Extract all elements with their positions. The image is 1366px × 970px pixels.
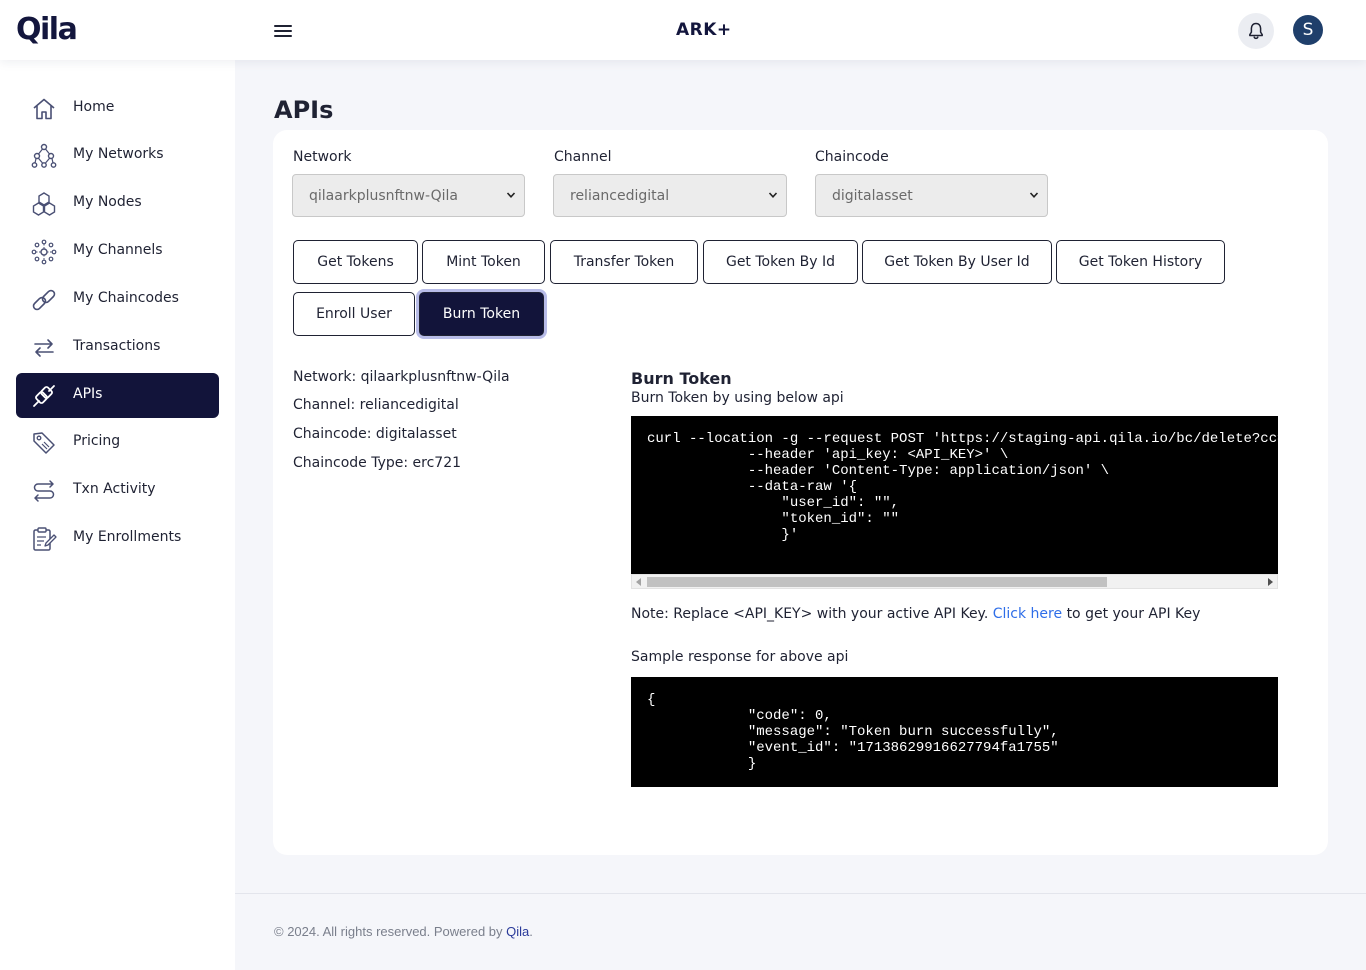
sample-response-label: Sample response for above api [631,649,849,665]
channel-label: Channel [554,149,612,165]
ark-plus-brand: ARK+ [676,20,732,40]
chain-link-icon [32,289,56,311]
channels-icon [31,239,57,265]
get-token-history-button[interactable]: Get Token History [1056,240,1225,284]
chaincode-select-value: digitalasset [832,187,913,204]
sidebar-item-label: My Nodes [73,194,142,210]
api-title: Burn Token [631,369,732,388]
activity-icon [33,480,55,502]
info-channel: Channel: reliancedigital [293,397,459,413]
sidebar-item-label: Home [73,99,115,115]
info-network: Network: qilaarkplusnftnw-Qila [293,369,510,385]
transfer-arrows-icon [34,339,54,357]
channel-select[interactable]: reliancedigital [553,174,787,217]
chevron-down-icon [1029,192,1039,198]
qila-logo[interactable]: Qila [16,13,78,47]
chevron-down-icon [768,192,778,198]
info-chaincode-type: Chaincode Type: erc721 [293,455,462,471]
chaincode-label: Chaincode [815,149,889,165]
sidebar-item-txn-activity[interactable]: Txn Activity [16,468,219,513]
sidebar-item-label: Txn Activity [73,481,156,497]
notifications-button[interactable] [1238,13,1274,49]
sidebar-item-home[interactable]: Home [16,86,219,131]
footer: © 2024. All rights reserved. Powered by … [274,924,533,939]
enroll-user-button[interactable]: Enroll User [293,292,415,336]
price-tag-icon [33,432,55,454]
note-prefix: Note: Replace <API_KEY> with your active… [631,606,989,622]
get-tokens-button[interactable]: Get Tokens [293,240,418,284]
user-avatar[interactable]: S [1293,15,1323,45]
clipboard-icon [33,527,57,551]
note-suffix: to get your API Key [1066,606,1201,622]
network-label: Network [293,149,352,165]
scroll-left-arrow-icon[interactable] [636,578,641,586]
api-description: Burn Token by using below api [631,390,844,406]
api-key-note: Note: Replace <API_KEY> with your active… [631,606,1200,622]
api-key-link[interactable]: Click here [993,606,1062,622]
footer-text: © 2024. All rights reserved. Powered by [274,924,503,939]
sidebar-item-label: My Networks [73,146,164,162]
get-token-by-user-id-button[interactable]: Get Token By User Id [862,240,1052,284]
chaincode-select[interactable]: digitalasset [815,174,1048,217]
sidebar-item-label: APIs [73,386,103,402]
channel-select-value: reliancedigital [570,187,670,204]
footer-qila-link[interactable]: Qila [506,924,529,939]
page-title: APIs [274,96,334,124]
sidebar: Home My Networks My Nodes My Channels My… [0,60,235,970]
get-token-by-id-button[interactable]: Get Token By Id [703,240,858,284]
burn-token-button[interactable]: Burn Token [419,292,544,336]
sidebar-item-pricing[interactable]: Pricing [16,420,219,465]
nodes-icon [32,192,56,216]
mint-token-button[interactable]: Mint Token [422,240,545,284]
menu-toggle-icon[interactable] [274,24,292,38]
sidebar-item-label: My Enrollments [73,529,182,545]
request-code-block[interactable]: curl --location -g --request POST 'https… [631,416,1278,574]
network-select[interactable]: qilaarkplusnftnw-Qila [292,174,525,217]
sidebar-item-my-chaincodes[interactable]: My Chaincodes [16,277,219,322]
sidebar-item-my-nodes[interactable]: My Nodes [16,181,219,226]
home-icon [33,98,55,120]
scrollbar-thumb[interactable] [647,577,1107,587]
scroll-right-arrow-icon[interactable] [1268,578,1273,586]
sidebar-item-label: My Channels [73,242,163,258]
top-header: Qila ARK+ S [0,0,1366,60]
plug-icon [33,385,55,407]
chevron-down-icon [506,192,516,198]
code-horizontal-scrollbar[interactable] [631,574,1278,589]
sidebar-item-label: My Chaincodes [73,290,179,306]
sidebar-item-label: Pricing [73,433,121,449]
bell-icon [1249,22,1263,40]
sidebar-item-my-networks[interactable]: My Networks [16,133,219,178]
sidebar-item-apis[interactable]: APIs [16,373,219,418]
info-chaincode: Chaincode: digitalasset [293,426,457,442]
network-select-value: qilaarkplusnftnw-Qila [309,187,458,204]
sidebar-item-label: Transactions [73,338,161,354]
sidebar-item-transactions[interactable]: Transactions [16,325,219,370]
transfer-token-button[interactable]: Transfer Token [550,240,698,284]
network-icon [31,143,57,168]
response-code-block[interactable]: { "code": 0, "message": "Token burn succ… [631,677,1278,787]
sidebar-item-my-channels[interactable]: My Channels [16,229,219,274]
footer-end: . [529,924,533,939]
footer-divider [235,893,1366,894]
sidebar-item-my-enrollments[interactable]: My Enrollments [16,516,219,561]
